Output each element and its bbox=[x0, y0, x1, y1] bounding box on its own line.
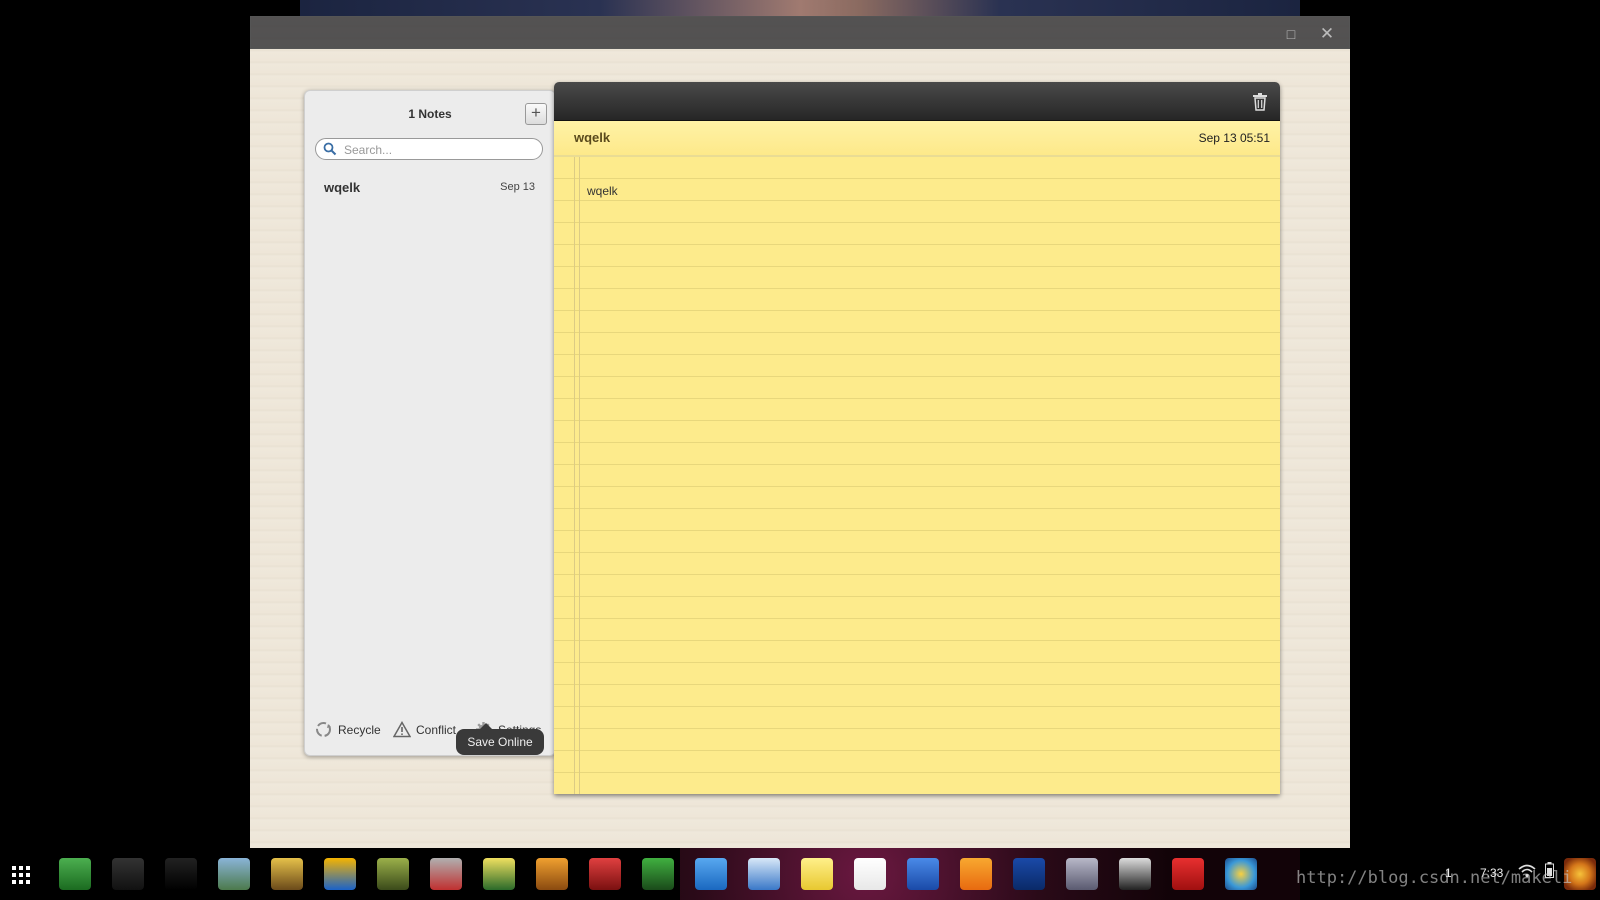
maximize-icon[interactable]: □ bbox=[1279, 23, 1303, 45]
conflict-button[interactable]: Conflict bbox=[393, 719, 463, 741]
save-online-tooltip: Save Online bbox=[456, 723, 544, 755]
notes-icon[interactable] bbox=[801, 858, 833, 890]
note-editor: wqelk Sep 13 05:51 wqelk bbox=[554, 82, 1280, 794]
files-icon[interactable] bbox=[695, 858, 727, 890]
comic-icon[interactable] bbox=[271, 858, 303, 890]
add-note-button[interactable]: + bbox=[525, 103, 547, 125]
pencil-icon[interactable] bbox=[1013, 858, 1045, 890]
darts-icon[interactable] bbox=[1119, 858, 1151, 890]
docs-icon[interactable] bbox=[907, 858, 939, 890]
notes-app-window: □ ✕ 1 Notes + wqelk Sep 13 Recycle bbox=[250, 16, 1350, 848]
maze-icon[interactable] bbox=[642, 858, 674, 890]
note-title: wqelk bbox=[574, 130, 611, 145]
note-body-area[interactable]: wqelk bbox=[554, 155, 1280, 794]
watermark-text: http://blog.csdn.net/makeli bbox=[1296, 868, 1573, 888]
window-titlebar[interactable]: □ ✕ bbox=[250, 16, 1350, 49]
note-header: wqelk Sep 13 05:51 bbox=[554, 121, 1280, 155]
game-icon[interactable] bbox=[483, 858, 515, 890]
warning-icon bbox=[393, 721, 411, 738]
note-body-text[interactable]: wqelk bbox=[587, 184, 618, 198]
puzzle-icon[interactable] bbox=[536, 858, 568, 890]
search-icon bbox=[323, 142, 337, 156]
robot-icon[interactable] bbox=[377, 858, 409, 890]
recycle-label: Recycle bbox=[338, 723, 381, 737]
notes-sidebar: 1 Notes + wqelk Sep 13 Recycle bbox=[304, 90, 556, 756]
margin-line bbox=[579, 157, 580, 794]
webstore-icon[interactable] bbox=[748, 858, 780, 890]
plus-icon: + bbox=[531, 103, 541, 122]
trash-icon[interactable] bbox=[1252, 93, 1268, 111]
note-item-title: wqelk bbox=[324, 180, 361, 195]
recycle-icon bbox=[316, 722, 331, 737]
scrobble-icon[interactable] bbox=[1172, 858, 1204, 890]
conflict-label: Conflict bbox=[416, 723, 457, 737]
car-icon[interactable] bbox=[430, 858, 462, 890]
note-list-item[interactable]: wqelk Sep 13 bbox=[305, 174, 555, 204]
note-timestamp: Sep 13 05:51 bbox=[1198, 131, 1270, 145]
recycle-button[interactable]: Recycle bbox=[315, 719, 385, 741]
blocks-icon[interactable] bbox=[324, 858, 356, 890]
margin-line bbox=[574, 157, 575, 794]
photo-icon[interactable] bbox=[218, 858, 250, 890]
notes-count-title: 1 Notes bbox=[408, 107, 452, 121]
editor-toolbar bbox=[554, 82, 1280, 121]
close-icon[interactable]: ✕ bbox=[1315, 23, 1339, 45]
launcher-icon[interactable] bbox=[59, 858, 91, 890]
note-item-date: Sep 13 bbox=[500, 181, 535, 193]
angry-birds-icon[interactable] bbox=[589, 858, 621, 890]
share-icon[interactable] bbox=[960, 858, 992, 890]
earth-icon[interactable] bbox=[1225, 858, 1257, 890]
video-player-icon[interactable] bbox=[112, 858, 144, 890]
gmail-icon[interactable] bbox=[854, 858, 886, 890]
amazon-icon[interactable] bbox=[165, 858, 197, 890]
cube-icon[interactable] bbox=[1066, 858, 1098, 890]
app-launcher-icon[interactable] bbox=[12, 866, 30, 884]
search-box[interactable] bbox=[315, 138, 543, 160]
search-input[interactable] bbox=[342, 140, 536, 160]
